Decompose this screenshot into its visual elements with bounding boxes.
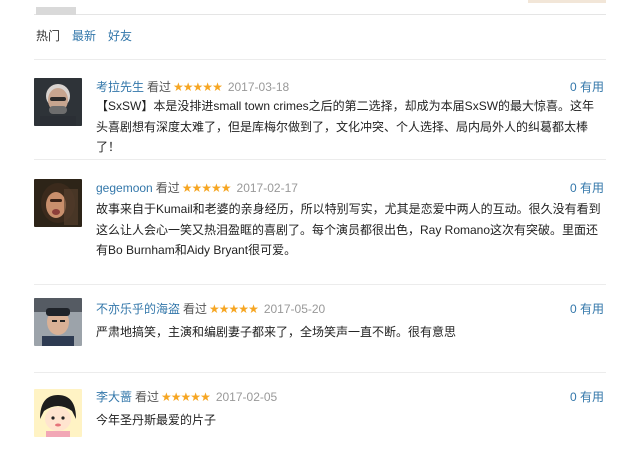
user-avatar-icon — [34, 389, 82, 437]
review-text: 故事来自于Kumail和老婆的亲身经历，所以特别写实，尤其是恋爱中两人的互动。很… — [96, 202, 601, 257]
review-text: 今年圣丹斯最爱的片子 — [96, 413, 217, 427]
review-text: 严肃地搞笑，主演和编剧妻子都来了，全场笑声一直不断。很有意思 — [96, 325, 457, 339]
review-item: gegemoon 看过 ★★★★★ 2017-02-17 0 有用 故事来自于Kuma… — [34, 159, 606, 285]
rating-stars-icon: ★★★★★ — [181, 181, 232, 195]
user-avatar-icon — [34, 298, 82, 346]
top-tab-strip — [0, 0, 640, 18]
rating-stars-icon: ★★★★★ — [173, 80, 223, 94]
tab-friends[interactable]: 好友 — [108, 27, 132, 45]
review-text: 【SxSW】本是没排进small town crimes之后的第二选择，却成为本… — [96, 99, 595, 154]
review-username[interactable]: 李大蔷 — [96, 390, 132, 404]
review-header: 不亦乐乎的海盗 看过 ★★★★★ 2017-05-20 0 有用 — [96, 300, 606, 318]
rating-stars-icon: ★★★★★ — [209, 302, 259, 316]
tab-hot[interactable]: 热门 — [36, 27, 60, 45]
review-date: 2017-05-20 — [263, 302, 326, 316]
review-date: 2017-02-17 — [236, 181, 298, 195]
review-username[interactable]: gegemoon — [96, 181, 153, 195]
sort-tabs: 热门 最新 好友 — [36, 27, 144, 45]
review-item: 考拉先生 看过 ★★★★★ 2017-03-18 0 有用 【SxSW】本是没排进sm… — [34, 59, 606, 160]
watched-status: 看过 — [155, 181, 180, 195]
review-header: 考拉先生 看过 ★★★★★ 2017-03-18 0 有用 — [96, 78, 606, 96]
active-tab-marker — [36, 7, 76, 15]
watched-status: 看过 — [183, 302, 208, 316]
useful-vote-button[interactable]: 0 有用 — [570, 388, 604, 406]
review-item: 不亦乐乎的海盗 看过 ★★★★★ 2017-05-20 0 有用 严肃地搞笑，主演和编… — [34, 284, 606, 361]
rating-stars-icon: ★★★★★ — [161, 390, 211, 404]
top-right-accent — [528, 0, 606, 3]
avatar[interactable] — [34, 298, 82, 346]
review-date: 2017-02-05 — [215, 390, 278, 404]
user-avatar-icon — [34, 78, 82, 126]
useful-vote-button[interactable]: 0 有用 — [570, 179, 604, 197]
avatar[interactable] — [34, 179, 82, 227]
review-username[interactable]: 不亦乐乎的海盗 — [96, 302, 180, 316]
user-avatar-icon — [34, 179, 82, 227]
useful-vote-button[interactable]: 0 有用 — [570, 300, 604, 318]
watched-status: 看过 — [135, 390, 160, 404]
review-date: 2017-03-18 — [227, 80, 290, 94]
review-header: 李大蔷 看过 ★★★★★ 2017-02-05 0 有用 — [96, 388, 606, 406]
top-divider — [34, 14, 606, 15]
watched-status: 看过 — [147, 80, 172, 94]
review-header: gegemoon 看过 ★★★★★ 2017-02-17 0 有用 — [96, 179, 606, 197]
useful-vote-button[interactable]: 0 有用 — [570, 78, 604, 96]
avatar[interactable] — [34, 78, 82, 126]
review-username[interactable]: 考拉先生 — [96, 80, 144, 94]
review-item: 李大蔷 看过 ★★★★★ 2017-02-05 0 有用 今年圣丹斯最爱的片子 — [34, 372, 606, 457]
avatar[interactable] — [34, 389, 82, 437]
tab-latest[interactable]: 最新 — [72, 27, 96, 45]
